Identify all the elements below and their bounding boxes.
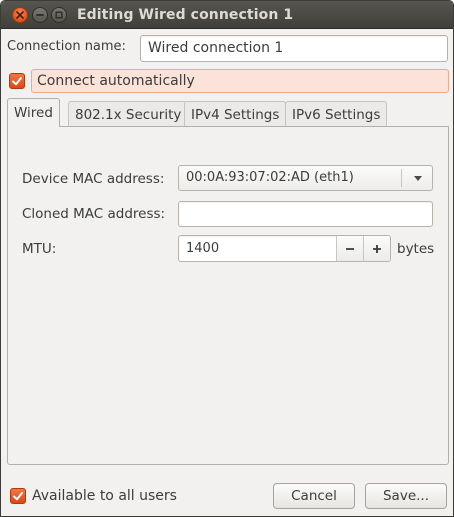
- cloned-mac-field[interactable]: [178, 201, 433, 227]
- mtu-spinbutton[interactable]: 1400: [178, 235, 391, 262]
- device-mac-value: 00:0A:93:07:02:AD (eth1): [186, 170, 354, 185]
- minus-icon: [346, 248, 354, 250]
- checkmark-icon: [12, 77, 22, 86]
- title-bar[interactable]: Editing Wired connection 1: [1, 1, 453, 29]
- connection-name-label: Connection name:: [7, 39, 126, 54]
- available-to-all-users-checkbox[interactable]: [10, 488, 26, 504]
- window-title: Editing Wired connection 1: [77, 7, 294, 23]
- tab-ipv4-settings[interactable]: IPv4 Settings: [184, 101, 287, 127]
- cancel-button[interactable]: Cancel: [273, 483, 355, 509]
- connect-automatically-checkbox[interactable]: [9, 73, 25, 89]
- connect-automatically-highlight[interactable]: Connect automatically: [31, 69, 449, 93]
- tab-8021x-security[interactable]: 802.1x Security: [68, 101, 189, 127]
- chevron-down-icon: [414, 176, 422, 181]
- save-button[interactable]: Save...: [365, 483, 447, 509]
- minimize-icon[interactable]: [32, 7, 48, 23]
- tab-wired[interactable]: Wired: [7, 98, 60, 127]
- device-mac-combo[interactable]: 00:0A:93:07:02:AD (eth1): [178, 165, 433, 191]
- connect-automatically-label: Connect automatically: [37, 73, 195, 89]
- tab-ipv6-settings[interactable]: IPv6 Settings: [285, 101, 388, 127]
- available-to-all-users-label: Available to all users: [32, 488, 177, 504]
- connection-name-field[interactable]: Wired connection 1: [140, 35, 448, 62]
- mtu-label: MTU:: [22, 241, 57, 257]
- close-icon[interactable]: [12, 7, 28, 23]
- mtu-value: 1400: [186, 241, 220, 256]
- checkmark-icon: [13, 492, 23, 501]
- mtu-unit-label: bytes: [397, 241, 435, 257]
- tab-bar: Wired 802.1x Security IPv4 Settings IPv6…: [7, 98, 449, 127]
- dialog-window: Editing Wired connection 1 Connection na…: [0, 0, 454, 517]
- plus-icon: [373, 245, 381, 253]
- device-mac-label: Device MAC address:: [22, 171, 165, 187]
- maximize-icon[interactable]: [51, 7, 67, 23]
- mtu-increment-button[interactable]: [363, 236, 390, 261]
- wired-tab-panel: Device MAC address: 00:0A:93:07:02:AD (e…: [7, 126, 449, 465]
- cloned-mac-label: Cloned MAC address:: [22, 206, 166, 222]
- combo-separator: [401, 169, 402, 187]
- mtu-decrement-button[interactable]: [336, 236, 363, 261]
